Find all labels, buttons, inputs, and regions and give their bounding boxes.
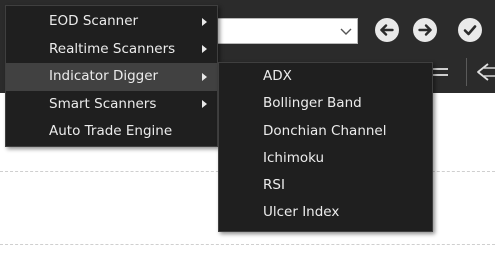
menu-item-realtime-scanners[interactable]: Realtime Scanners (6, 36, 217, 64)
submenu-arrow-icon (202, 17, 207, 26)
arrow-right-icon (418, 24, 432, 36)
submenu-item-adx[interactable]: ADX (219, 63, 432, 90)
fibonacci-tool-icon[interactable] (474, 62, 495, 82)
scanner-menu: EOD Scanner Realtime Scanners Indicator … (5, 5, 218, 147)
submenu-item-label: Ichimoku (263, 149, 325, 166)
submenu-item-label: Donchian Channel (263, 122, 387, 139)
menu-item-eod-scanner[interactable]: EOD Scanner (6, 8, 217, 36)
submenu-item-donchian-channel[interactable]: Donchian Channel (219, 118, 432, 145)
submenu-arrow-icon (202, 100, 207, 109)
grid-line (0, 244, 495, 245)
menu-item-indicator-digger[interactable]: Indicator Digger (6, 63, 217, 91)
menu-item-label: Auto Trade Engine (49, 123, 173, 139)
submenu-item-bollinger-band[interactable]: Bollinger Band (219, 90, 432, 117)
menu-item-label: EOD Scanner (49, 13, 139, 29)
submenu-item-label: Ulcer Index (263, 204, 340, 221)
menu-item-label: Smart Scanners (49, 95, 157, 112)
forward-button[interactable] (413, 18, 437, 42)
submenu-item-label: ADX (263, 68, 292, 84)
ok-button[interactable] (458, 18, 482, 42)
submenu-item-ichimoku[interactable]: Ichimoku (219, 145, 432, 172)
submenu-arrow-icon (202, 45, 207, 54)
checkmark-icon (463, 25, 477, 36)
indicator-digger-submenu: ADX Bollinger Band Donchian Channel Ichi… (218, 62, 433, 232)
menu-item-smart-scanners[interactable]: Smart Scanners (6, 91, 217, 119)
arrow-left-icon (380, 24, 394, 36)
back-button[interactable] (375, 18, 399, 42)
toolbar-separator (466, 58, 467, 86)
submenu-item-ulcer-index[interactable]: Ulcer Index (219, 199, 432, 226)
menu-item-label: Realtime Scanners (49, 40, 176, 57)
submenu-item-rsi[interactable]: RSI (219, 172, 432, 199)
submenu-item-label: RSI (263, 177, 285, 194)
menu-item-label: Indicator Digger (49, 68, 159, 84)
submenu-item-label: Bollinger Band (263, 95, 362, 112)
submenu-arrow-icon (202, 72, 207, 81)
menu-item-auto-trade-engine[interactable]: Auto Trade Engine (6, 118, 217, 146)
symbol-combo-box[interactable] (210, 18, 358, 44)
chevron-down-icon[interactable] (339, 22, 353, 40)
